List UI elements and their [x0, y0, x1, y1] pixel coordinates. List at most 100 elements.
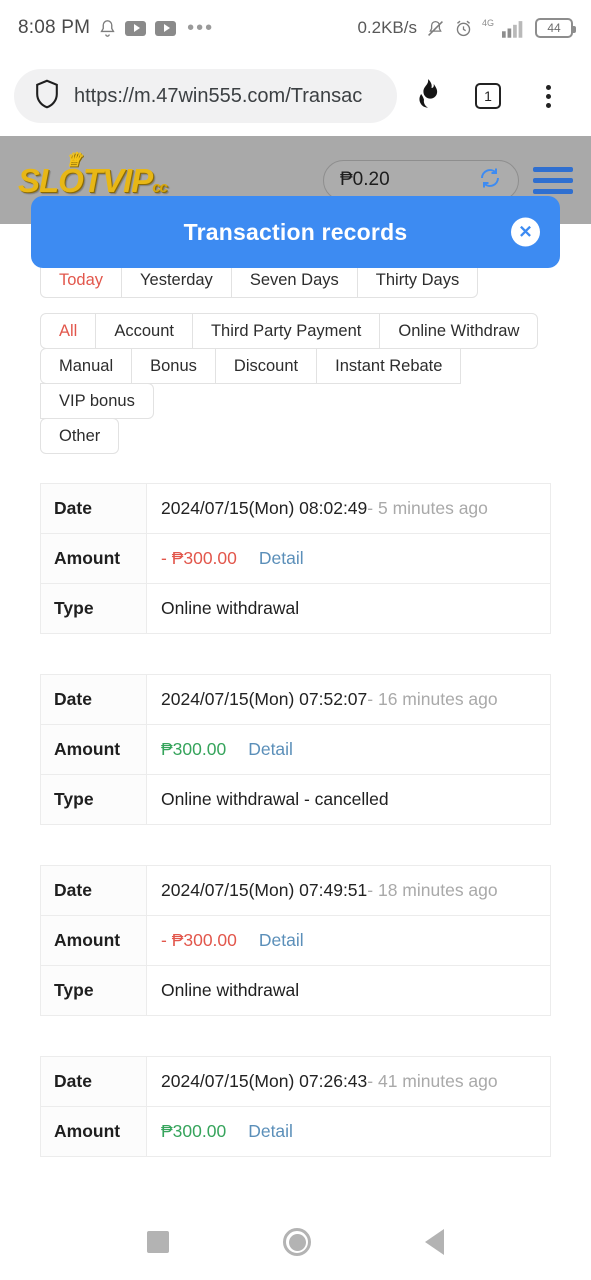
- battery-indicator: 44: [535, 18, 576, 38]
- label-type: Type: [40, 965, 147, 1016]
- url-text: https://m.47win555.com/Transac: [74, 84, 363, 107]
- circle-home-icon[interactable]: [283, 1228, 311, 1256]
- record-relative-time: - 41 minutes ago: [367, 1071, 498, 1091]
- table-row: Date 2024/07/15(Mon) 07:26:43- 41 minute…: [40, 1056, 551, 1157]
- address-bar[interactable]: https://m.47win555.com/Transac: [14, 69, 397, 123]
- label-date: Date: [40, 483, 147, 534]
- value-type: Online withdrawal - cancelled: [146, 774, 551, 825]
- tab-third-party-payment[interactable]: Third Party Payment: [191, 313, 381, 349]
- close-icon[interactable]: ✕: [511, 217, 540, 247]
- record-amount-row: Amount ₱300.00 Detail: [40, 1106, 551, 1157]
- clock-time: 8:08 PM: [18, 17, 91, 38]
- value-amount: ₱300.00 Detail: [146, 724, 551, 775]
- label-amount: Amount: [40, 1106, 147, 1157]
- category-row-2: Manual Bonus Discount Instant Rebate VIP…: [40, 348, 551, 419]
- record-type-row: Type Online withdrawal - cancelled: [40, 774, 551, 825]
- browser-toolbar: https://m.47win555.com/Transac 1: [0, 56, 591, 136]
- tab-vip-bonus[interactable]: VIP bonus: [40, 383, 154, 419]
- page-body: Today Yesterday Seven Days Thirty Days A…: [0, 224, 591, 1157]
- value-amount: - ₱300.00 Detail: [146, 533, 551, 584]
- balance-amount: ₱0.20: [340, 169, 390, 190]
- record-datetime: 2024/07/15(Mon) 08:02:49: [161, 498, 368, 518]
- detail-link[interactable]: Detail: [259, 548, 304, 568]
- record-datetime: 2024/07/15(Mon) 07:52:07: [161, 689, 368, 709]
- record-date-row: Date 2024/07/15(Mon) 07:52:07- 16 minute…: [40, 674, 551, 725]
- logo-suffix: cc: [152, 178, 168, 196]
- tab-manual[interactable]: Manual: [40, 348, 133, 384]
- tab-discount[interactable]: Discount: [214, 348, 318, 384]
- transaction-records-list: Date 2024/07/15(Mon) 08:02:49- 5 minutes…: [0, 453, 591, 1157]
- label-date: Date: [40, 674, 147, 725]
- network-type-label: 4G: [481, 18, 494, 28]
- square-recents-icon[interactable]: [147, 1231, 169, 1253]
- record-type-row: Type Online withdrawal: [40, 583, 551, 634]
- table-row: Date 2024/07/15(Mon) 08:02:49- 5 minutes…: [40, 483, 551, 634]
- tab-account[interactable]: Account: [95, 313, 193, 349]
- tab-count-badge: 1: [475, 83, 501, 109]
- value-date: 2024/07/15(Mon) 07:26:43- 41 minutes ago: [146, 1056, 551, 1107]
- signal-bars-icon: [502, 19, 526, 38]
- record-type-row: Type Online withdrawal: [40, 965, 551, 1016]
- record-amount-row: Amount - ₱300.00 Detail: [40, 915, 551, 966]
- android-nav-bar: [0, 1204, 591, 1280]
- page-title: Transaction records: [183, 218, 408, 245]
- tab-instant-rebate[interactable]: Instant Rebate: [316, 348, 462, 384]
- value-type: Online withdrawal: [146, 583, 551, 634]
- value-date: 2024/07/15(Mon) 07:52:07- 16 minutes ago: [146, 674, 551, 725]
- record-amount: - ₱300.00: [161, 930, 237, 950]
- value-amount: ₱300.00 Detail: [146, 1106, 551, 1157]
- site-logo[interactable]: ♕ SLOTVIPcc: [18, 151, 168, 199]
- record-relative-time: - 18 minutes ago: [367, 880, 498, 900]
- hamburger-icon[interactable]: [533, 166, 573, 194]
- label-amount: Amount: [40, 915, 147, 966]
- label-amount: Amount: [40, 724, 147, 775]
- record-date-row: Date 2024/07/15(Mon) 07:49:51- 18 minute…: [40, 865, 551, 916]
- status-bar-right: 0.2KB/s 4G 44: [357, 18, 576, 38]
- label-type: Type: [40, 583, 147, 634]
- network-speed: 0.2KB/s: [357, 18, 417, 37]
- crown-icon: ♕: [65, 149, 82, 171]
- category-tab-group: All Account Third Party Payment Online W…: [40, 313, 551, 454]
- value-date: 2024/07/15(Mon) 07:49:51- 18 minutes ago: [146, 865, 551, 916]
- more-dots-icon: •••: [187, 16, 215, 39]
- flame-icon: [414, 78, 442, 115]
- record-amount-row: Amount - ₱300.00 Detail: [40, 533, 551, 584]
- shield-icon: [34, 79, 60, 114]
- record-amount-row: Amount ₱300.00 Detail: [40, 724, 551, 775]
- browser-menu-button[interactable]: [519, 67, 577, 125]
- tab-online-withdraw[interactable]: Online Withdraw: [379, 313, 539, 349]
- label-date: Date: [40, 1056, 147, 1107]
- record-date-row: Date 2024/07/15(Mon) 08:02:49- 5 minutes…: [40, 483, 551, 534]
- label-type: Type: [40, 774, 147, 825]
- detail-link[interactable]: Detail: [259, 930, 304, 950]
- record-datetime: 2024/07/15(Mon) 07:26:43: [161, 1071, 368, 1091]
- alarm-clock-icon: [454, 19, 473, 38]
- detail-link[interactable]: Detail: [248, 1121, 293, 1141]
- logo-text: SLOTVIP: [18, 161, 153, 199]
- balance-pill[interactable]: ₱0.20: [323, 159, 519, 201]
- value-type: Online withdrawal: [146, 965, 551, 1016]
- tab-bonus[interactable]: Bonus: [131, 348, 216, 384]
- tab-switcher-button[interactable]: 1: [459, 67, 517, 125]
- record-relative-time: - 5 minutes ago: [367, 498, 488, 518]
- tab-other[interactable]: Other: [40, 418, 120, 454]
- value-date: 2024/07/15(Mon) 08:02:49- 5 minutes ago: [146, 483, 551, 534]
- youtube-icon: [155, 20, 177, 36]
- record-datetime: 2024/07/15(Mon) 07:49:51: [161, 880, 368, 900]
- record-amount: ₱300.00: [161, 739, 227, 759]
- youtube-icon: [125, 20, 147, 36]
- modal-title-bar: Transaction records ✕: [31, 196, 560, 268]
- table-row: Date 2024/07/15(Mon) 07:49:51- 18 minute…: [40, 865, 551, 1016]
- detail-link[interactable]: Detail: [248, 739, 293, 759]
- record-date-row: Date 2024/07/15(Mon) 07:26:43- 41 minute…: [40, 1056, 551, 1107]
- kebab-menu-icon: [545, 84, 551, 108]
- incognito-flame-button[interactable]: [399, 67, 457, 125]
- record-amount: - ₱300.00: [161, 548, 237, 568]
- tab-all[interactable]: All: [40, 313, 97, 349]
- triangle-back-icon[interactable]: [425, 1229, 444, 1255]
- mute-bell-icon: [426, 19, 445, 38]
- table-row: Date 2024/07/15(Mon) 07:52:07- 16 minute…: [40, 674, 551, 825]
- category-row-1: All Account Third Party Payment Online W…: [40, 313, 551, 349]
- refresh-icon[interactable]: [478, 166, 502, 195]
- label-date: Date: [40, 865, 147, 916]
